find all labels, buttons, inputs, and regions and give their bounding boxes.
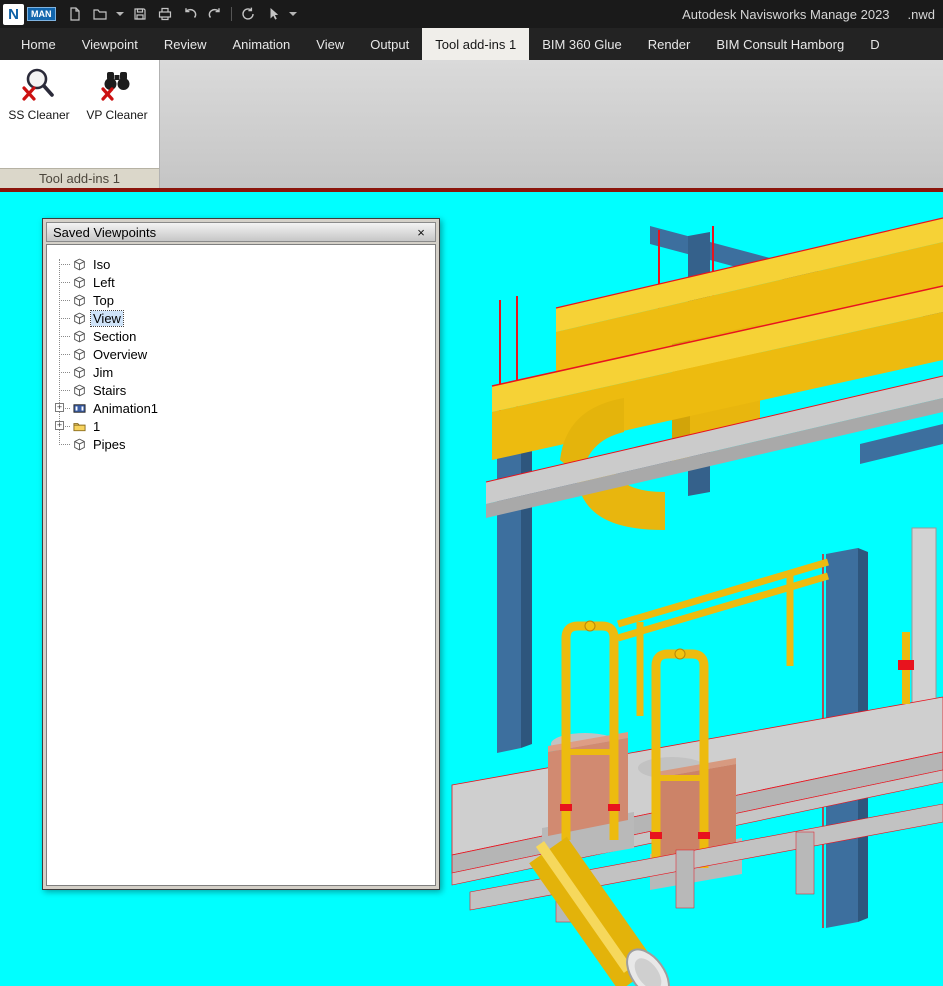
navisworks-window: N MAN bbox=[0, 0, 943, 986]
tab-d-partial[interactable]: D bbox=[857, 28, 892, 60]
vp-cleaner-button[interactable]: VP Cleaner bbox=[78, 66, 156, 122]
new-file-icon[interactable] bbox=[66, 5, 84, 23]
tab-view[interactable]: View bbox=[303, 28, 357, 60]
refresh-icon[interactable] bbox=[239, 5, 257, 23]
tab-bim-consult-hamborg[interactable]: BIM Consult Hamborg bbox=[703, 28, 857, 60]
saved-viewpoints-titlebar[interactable]: Saved Viewpoints × bbox=[46, 222, 436, 242]
viewpoint-label: Pipes bbox=[91, 437, 128, 452]
viewpoint-item-animation1[interactable]: Animation1 bbox=[47, 399, 435, 417]
tab-review[interactable]: Review bbox=[151, 28, 220, 60]
animation-icon bbox=[73, 402, 86, 415]
close-icon[interactable]: × bbox=[413, 225, 429, 240]
viewpoint-item-top[interactable]: Top bbox=[47, 291, 435, 309]
quick-access-toolbar bbox=[66, 5, 297, 23]
binoculars-red-x-icon bbox=[98, 66, 136, 104]
customize-dropdown-icon[interactable] bbox=[289, 12, 297, 16]
tab-tool-add-ins-1[interactable]: Tool add-ins 1 bbox=[422, 28, 529, 60]
viewpoint-cube-icon bbox=[73, 294, 86, 307]
tab-viewpoint[interactable]: Viewpoint bbox=[69, 28, 151, 60]
viewpoint-item-left[interactable]: Left bbox=[47, 273, 435, 291]
viewpoint-item-view[interactable]: View bbox=[47, 309, 435, 327]
app-title: Autodesk Navisworks Manage 2023 bbox=[682, 7, 889, 22]
saved-viewpoints-title: Saved Viewpoints bbox=[53, 225, 156, 240]
expand-icon[interactable] bbox=[55, 403, 64, 412]
viewpoint-item-iso[interactable]: Iso bbox=[47, 255, 435, 273]
viewpoint-label: Section bbox=[91, 329, 138, 344]
folder-label: 1 bbox=[91, 419, 102, 434]
viewpoint-label: Overview bbox=[91, 347, 149, 362]
ribbon-panel-area: SS Cleaner VP Cleaner Tool add- bbox=[0, 60, 943, 192]
viewport-canvas[interactable]: Saved Viewpoints × Iso Left Top bbox=[0, 192, 943, 986]
viewpoint-label: Iso bbox=[91, 257, 112, 272]
viewpoint-item-stairs[interactable]: Stairs bbox=[47, 381, 435, 399]
viewpoint-cube-icon bbox=[73, 438, 86, 451]
magnifier-red-x-icon bbox=[20, 66, 58, 104]
toolbar-separator bbox=[231, 7, 232, 21]
print-icon[interactable] bbox=[156, 5, 174, 23]
tool-add-ins-panel: SS Cleaner VP Cleaner bbox=[0, 60, 160, 168]
tab-render[interactable]: Render bbox=[635, 28, 704, 60]
ribbon-tab-bar: Home Viewpoint Review Animation View Out… bbox=[0, 28, 943, 60]
viewpoint-item-jim[interactable]: Jim bbox=[47, 363, 435, 381]
titlebar: N MAN bbox=[0, 0, 943, 28]
app-logo-icon: N bbox=[3, 4, 24, 25]
viewpoint-cube-icon bbox=[73, 384, 86, 397]
file-extension: .nwd bbox=[908, 7, 935, 22]
save-icon[interactable] bbox=[131, 5, 149, 23]
viewpoint-cube-icon bbox=[73, 366, 86, 379]
viewpoint-item-overview[interactable]: Overview bbox=[47, 345, 435, 363]
viewpoint-cube-icon bbox=[73, 312, 86, 325]
viewpoint-cube-icon bbox=[73, 258, 86, 271]
vp-cleaner-label: VP Cleaner bbox=[86, 108, 147, 122]
viewpoint-cube-icon bbox=[73, 276, 86, 289]
saved-viewpoints-window: Saved Viewpoints × Iso Left Top bbox=[42, 218, 440, 890]
animation-label: Animation1 bbox=[91, 401, 160, 416]
viewpoint-label: Left bbox=[91, 275, 117, 290]
select-tool-icon[interactable] bbox=[264, 5, 282, 23]
saved-viewpoints-body: Iso Left Top View bbox=[46, 244, 436, 886]
viewpoint-cube-icon bbox=[73, 330, 86, 343]
tab-output[interactable]: Output bbox=[357, 28, 422, 60]
folder-icon bbox=[73, 420, 86, 433]
model-pipe-rack bbox=[618, 562, 828, 716]
viewpoint-label-selected: View bbox=[91, 311, 123, 326]
redo-icon[interactable] bbox=[206, 5, 224, 23]
open-file-icon[interactable] bbox=[91, 5, 109, 23]
viewpoint-item-section[interactable]: Section bbox=[47, 327, 435, 345]
undo-icon[interactable] bbox=[181, 5, 199, 23]
viewpoints-tree: Iso Left Top View bbox=[47, 245, 435, 453]
ss-cleaner-button[interactable]: SS Cleaner bbox=[0, 66, 78, 122]
tab-home[interactable]: Home bbox=[8, 28, 69, 60]
man-badge: MAN bbox=[27, 7, 56, 21]
tab-animation[interactable]: Animation bbox=[219, 28, 303, 60]
panel-label-tool-add-ins[interactable]: Tool add-ins 1 bbox=[0, 168, 160, 188]
folder-item-1[interactable]: 1 bbox=[47, 417, 435, 435]
viewpoint-cube-icon bbox=[73, 348, 86, 361]
expand-icon[interactable] bbox=[55, 421, 64, 430]
viewpoint-label: Stairs bbox=[91, 383, 128, 398]
open-dropdown-icon[interactable] bbox=[116, 12, 124, 16]
tab-bim-360-glue[interactable]: BIM 360 Glue bbox=[529, 28, 635, 60]
viewpoint-item-pipes[interactable]: Pipes bbox=[47, 435, 435, 453]
viewpoint-label: Top bbox=[91, 293, 116, 308]
viewpoint-label: Jim bbox=[91, 365, 115, 380]
ss-cleaner-label: SS Cleaner bbox=[8, 108, 69, 122]
